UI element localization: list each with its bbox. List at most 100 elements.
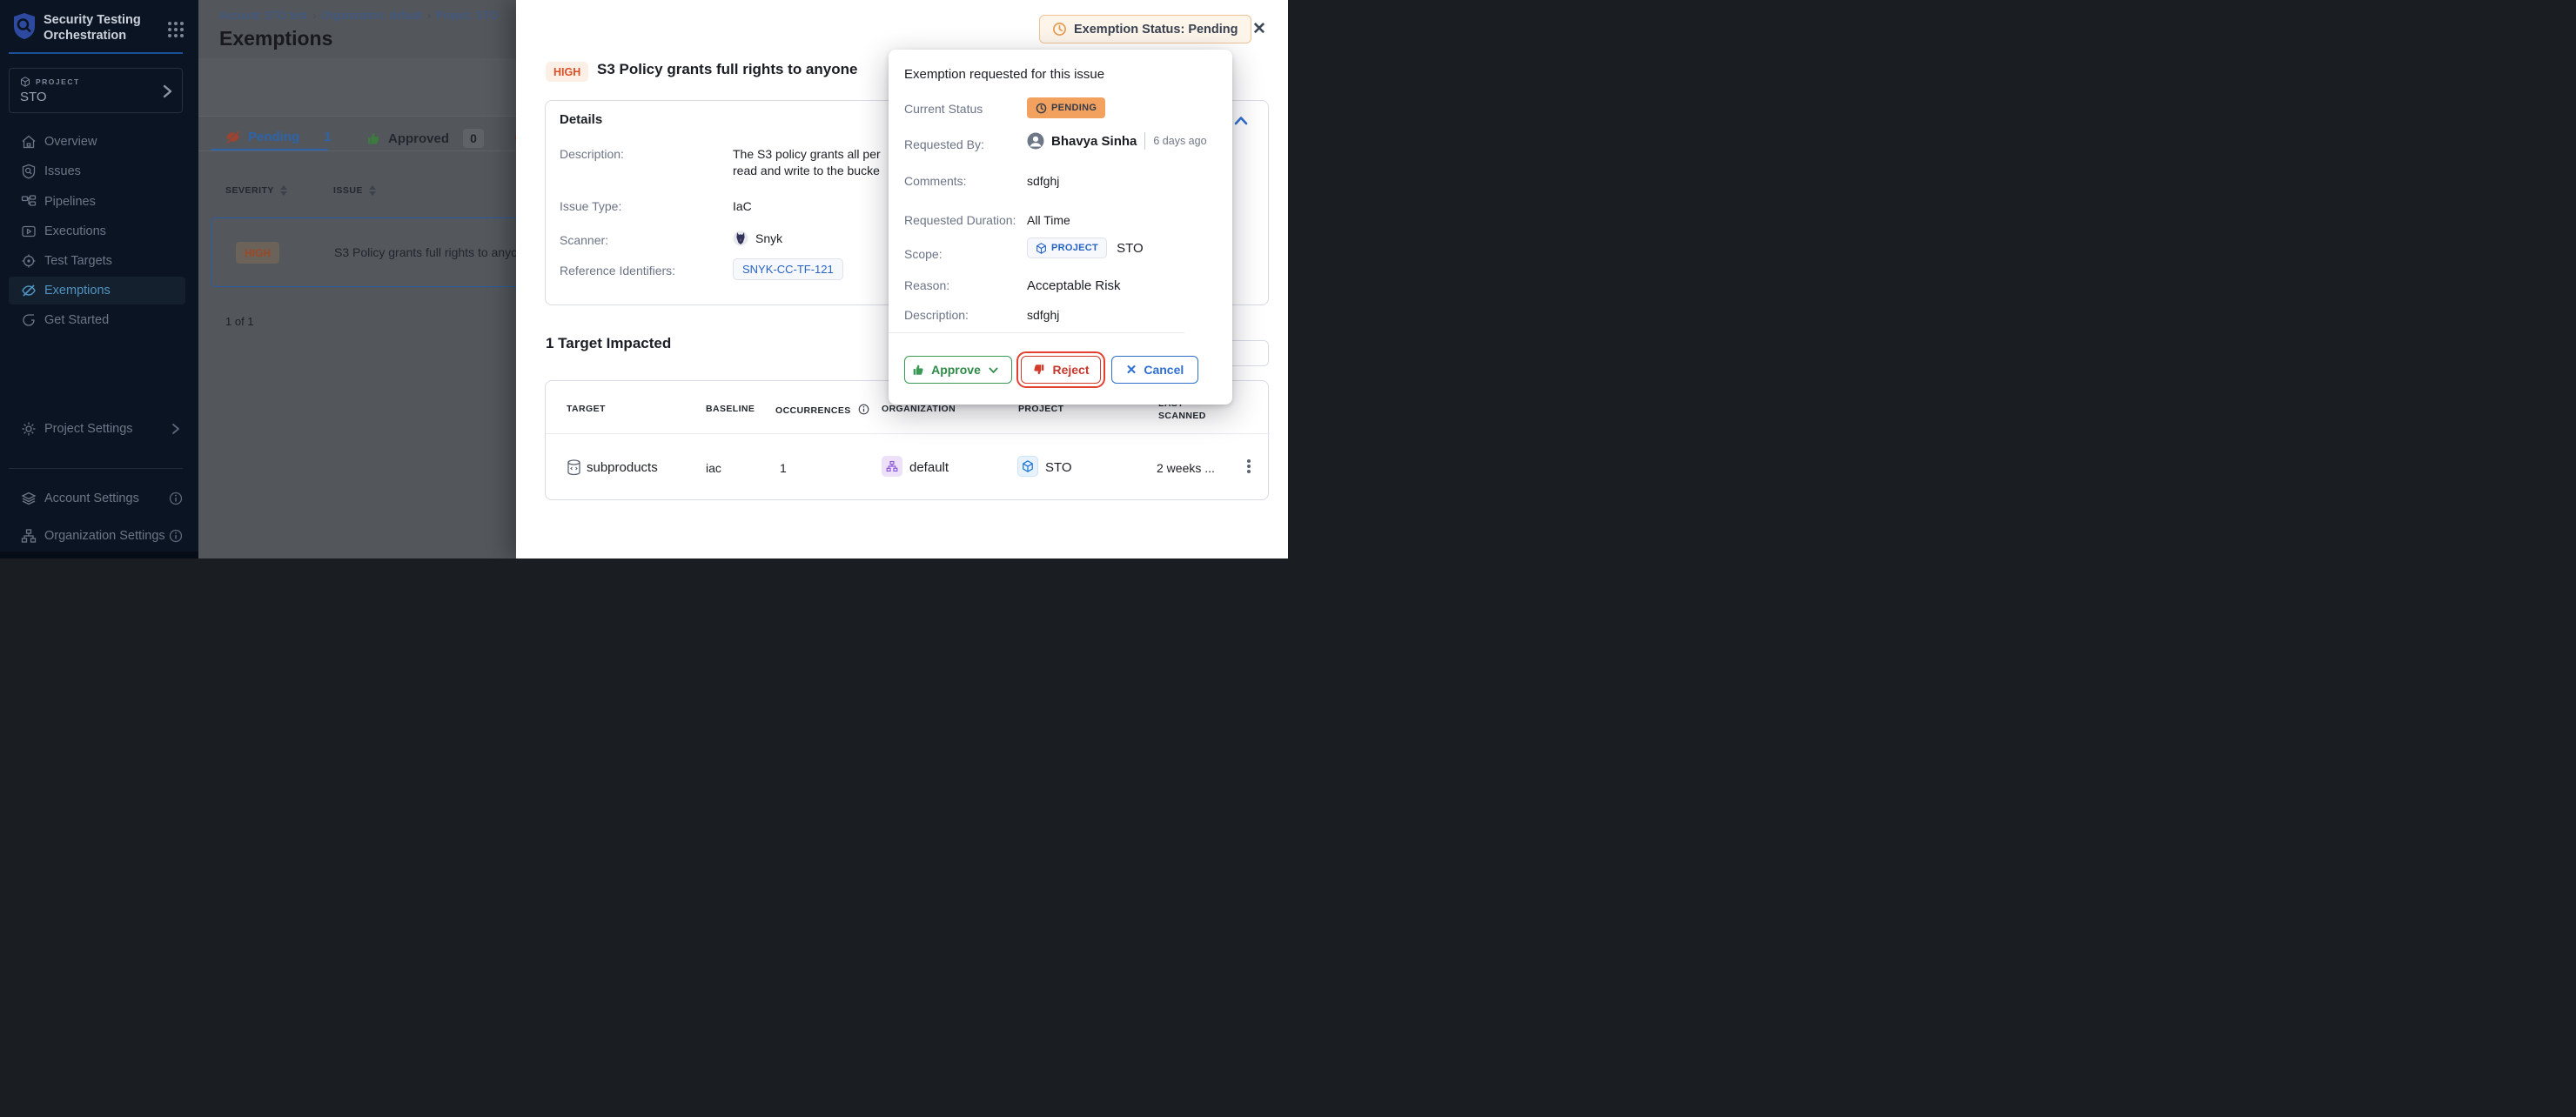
reject-button[interactable]: Reject: [1021, 356, 1101, 384]
tab-pending[interactable]: Pending 1: [225, 129, 332, 145]
close-icon[interactable]: ✕: [1250, 20, 1269, 39]
breadcrumb-organization[interactable]: Organization: default: [321, 10, 421, 22]
sidebar-divider: [9, 468, 183, 469]
tabs-rule: [198, 150, 516, 151]
scanner-value-row: Snyk: [733, 230, 782, 247]
project-selector-label: PROJECT: [36, 77, 80, 86]
sidebar-item-get-started[interactable]: Get Started: [0, 306, 194, 334]
breadcrumb: Account: STO test›Organization: default›…: [219, 10, 498, 22]
project-selector[interactable]: PROJECT STO: [9, 68, 183, 113]
exemption-row-selected[interactable]: HIGH S3 Policy grants full rights to any…: [211, 217, 516, 287]
sidebar-item-label: Executions: [44, 224, 106, 238]
thumbs-down-icon: [1032, 363, 1046, 377]
tab-pending-count: 1: [324, 130, 331, 144]
snyk-scanner-icon: [733, 230, 748, 247]
gear-icon: [21, 421, 37, 437]
module-grid-icon[interactable]: [167, 21, 184, 38]
sidebar-bottom-strip: [0, 552, 198, 558]
tab-pending-label: Pending: [248, 130, 299, 144]
approve-button[interactable]: Approve: [904, 356, 1012, 384]
sidebar-item-issues[interactable]: Issues: [0, 157, 194, 185]
chevron-right-icon: [169, 422, 183, 436]
exemption-status-label: Exemption Status: Pending: [1074, 23, 1238, 37]
requested-by-name: Bhavya Sinha: [1051, 134, 1137, 149]
description-value: sdfghj: [1027, 308, 1059, 322]
details-heading: Details: [560, 112, 602, 127]
column-header-target: TARGET: [567, 404, 606, 414]
column-header-occurrences: OCCURRENCES: [775, 404, 869, 416]
exemptions-page: Account: STO test›Organization: default›…: [198, 0, 516, 558]
sidebar-item-account-settings[interactable]: Account Settings: [0, 485, 198, 512]
sidebar-item-pipelines[interactable]: Pipelines: [0, 188, 194, 216]
column-header-project: PROJECT: [1018, 404, 1063, 414]
issue-type-value: IaC: [733, 199, 752, 213]
reference-identifier-chip[interactable]: SNYK-CC-TF-121: [733, 258, 843, 280]
sidebar-item-overview[interactable]: Overview: [0, 128, 194, 156]
project-cell: STO: [1045, 460, 1072, 475]
targets-impacted-heading: 1 Target Impacted: [546, 335, 671, 352]
sidebar-item-label: Issues: [44, 164, 81, 178]
sidebar-item-label: Exemptions: [44, 284, 111, 298]
sidebar-item-test-targets[interactable]: Test Targets: [0, 247, 194, 275]
info-icon: [169, 529, 183, 543]
exemption-status-button[interactable]: Exemption Status: Pending: [1039, 15, 1251, 43]
toolbar-band: [198, 58, 516, 117]
comments-label: Comments:: [904, 174, 967, 188]
sidebar-item-organization-settings[interactable]: Organization Settings: [0, 522, 198, 550]
sidebar-item-project-settings[interactable]: Project Settings: [0, 415, 198, 443]
reference-identifiers-label: Reference Identifiers:: [560, 264, 675, 278]
tab-approved-label: Approved: [388, 131, 449, 146]
issue-type-label: Issue Type:: [560, 199, 621, 213]
divider: [1144, 132, 1145, 150]
sidebar: Security Testing Orchestration PROJECT S…: [0, 0, 198, 558]
scope-value: STO: [1117, 241, 1144, 256]
cancel-button[interactable]: ✕ Cancel: [1111, 356, 1198, 384]
target-icon: [21, 253, 37, 269]
pagination-label: 1 of 1: [225, 315, 254, 328]
chevron-right-icon: [161, 84, 173, 99]
issue-title: S3 Policy grants full rights to anyone: [334, 245, 516, 259]
executions-play-icon: [21, 224, 37, 239]
sidebar-item-executions[interactable]: Executions: [0, 217, 194, 245]
issue-detail-title: S3 Policy grants full rights to anyone: [597, 61, 857, 78]
requested-by-label: Requested By:: [904, 137, 984, 151]
breadcrumb-project[interactable]: Project: STO: [436, 10, 498, 22]
sidebar-item-label: Pipelines: [44, 195, 96, 209]
scanner-value: Snyk: [755, 231, 782, 245]
info-icon[interactable]: [858, 404, 869, 415]
description-label: Description:: [904, 308, 969, 322]
issues-shield-icon: [21, 164, 37, 179]
comments-value: sdfghj: [1027, 174, 1059, 188]
sto-shield-logo-icon: [12, 12, 37, 40]
sidebar-accent-rule: [9, 52, 183, 54]
thumbs-up-icon: [366, 130, 381, 146]
clock-icon: [1036, 103, 1047, 114]
exemption-list-headers: SEVERITY ISSUE: [198, 185, 516, 199]
info-icon: [169, 492, 183, 505]
app-screen: Security Testing Orchestration PROJECT S…: [0, 0, 1288, 558]
scanner-label: Scanner:: [560, 233, 608, 247]
popover-divider: [889, 332, 1184, 333]
chevron-up-icon[interactable]: [1233, 113, 1249, 129]
pipelines-icon: [21, 194, 37, 210]
exemption-tabs: Pending 1 Approved 0: [198, 129, 516, 151]
target-name-cell[interactable]: subproducts: [587, 460, 658, 475]
column-header-severity[interactable]: SEVERITY: [225, 185, 287, 196]
pending-status-badge: PENDING: [1027, 97, 1105, 118]
sort-icon: [280, 185, 287, 196]
column-header-issue[interactable]: ISSUE: [333, 185, 376, 196]
sidebar-item-label: Organization Settings: [44, 529, 165, 543]
thumbs-up-icon: [911, 363, 925, 377]
breadcrumb-account[interactable]: Account: STO test: [219, 10, 307, 22]
tab-approved-count: 0: [463, 129, 484, 148]
app-logo-row: Security Testing Orchestration: [12, 12, 186, 43]
column-header-baseline: BASELINE: [706, 404, 755, 414]
row-menu-kebab-icon[interactable]: [1242, 458, 1256, 477]
reason-value: Acceptable Risk: [1027, 278, 1121, 293]
popover-heading: Exemption requested for this issue: [904, 67, 1104, 82]
tab-approved[interactable]: Approved 0: [366, 129, 484, 148]
eye-off-icon: [21, 283, 37, 298]
requested-when: 6 days ago: [1153, 135, 1206, 147]
sidebar-item-exemptions[interactable]: Exemptions: [9, 277, 185, 304]
occurrences-cell: 1: [780, 461, 787, 475]
